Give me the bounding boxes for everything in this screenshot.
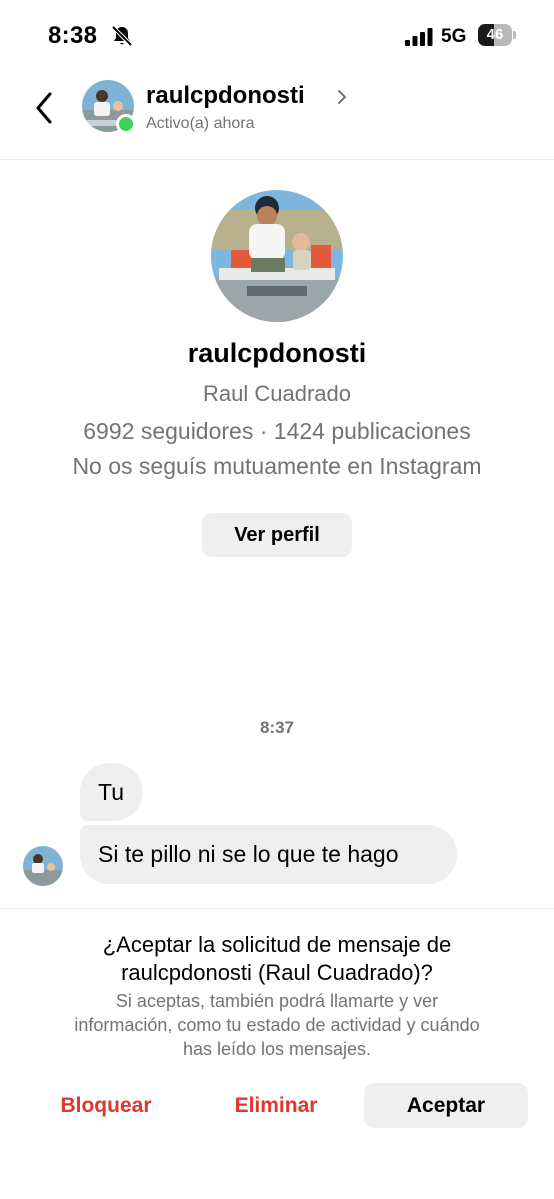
profile-stats: 6992 seguidores · 1424 publicaciones [83,418,471,444]
chevron-right-icon[interactable] [336,88,348,106]
sender-avatar[interactable] [23,846,63,886]
profile-mutual-status: No os seguís mutuamente en Instagram [72,453,482,479]
request-title-line: ¿Aceptar la solicitud de mensaje de [102,932,452,957]
request-desc-line: información, como tu estado de actividad… [74,1015,480,1035]
request-desc-line: has leído los mensajes. [182,1039,372,1059]
message-text: Si te pillo ni se lo que te hago [98,841,399,867]
online-indicator [116,114,136,134]
request-title: ¿Aceptar la solicitud de mensaje de raul… [40,931,514,987]
network-label: 5G [441,26,467,47]
accept-button[interactable]: Aceptar [364,1083,528,1128]
battery-icon: 46 [478,24,516,46]
battery-level: 46 [486,26,504,43]
request-title-line: raulcpdonosti (Raul Cuadrado)? [121,960,433,985]
profile-username: raulcpdonosti [187,338,367,368]
message-bubble[interactable]: Tu [80,763,143,821]
message-text: Tu [98,778,124,805]
back-chevron-icon[interactable] [30,88,60,128]
status-bar: 8:38 5G 46 [0,0,554,72]
bell-slash-icon [111,25,133,47]
delete-button[interactable]: Eliminar [194,1084,358,1128]
view-profile-button[interactable]: Ver perfil [202,513,352,557]
signal-bars-icon [405,28,433,46]
request-desc-line: Si aceptas, también podrá llamarte y ver [115,991,439,1011]
header-username[interactable]: raulcpdonosti [146,82,305,110]
header-status: Activo(a) ahora [146,115,255,132]
message-request-panel: ¿Aceptar la solicitud de mensaje de raul… [0,908,554,1199]
profile-full-name: Raul Cuadrado [203,381,351,406]
message-timestamp: 8:37 [259,718,295,737]
message-bubble[interactable]: Si te pillo ni se lo que te hago [80,825,457,884]
request-description: Si aceptas, también podrá llamarte y ver… [24,989,530,1061]
profile-avatar[interactable] [211,190,343,322]
block-button[interactable]: Bloquear [24,1084,188,1128]
status-time: 8:38 [48,22,98,49]
chat-header: raulcpdonosti Activo(a) ahora [0,72,554,160]
